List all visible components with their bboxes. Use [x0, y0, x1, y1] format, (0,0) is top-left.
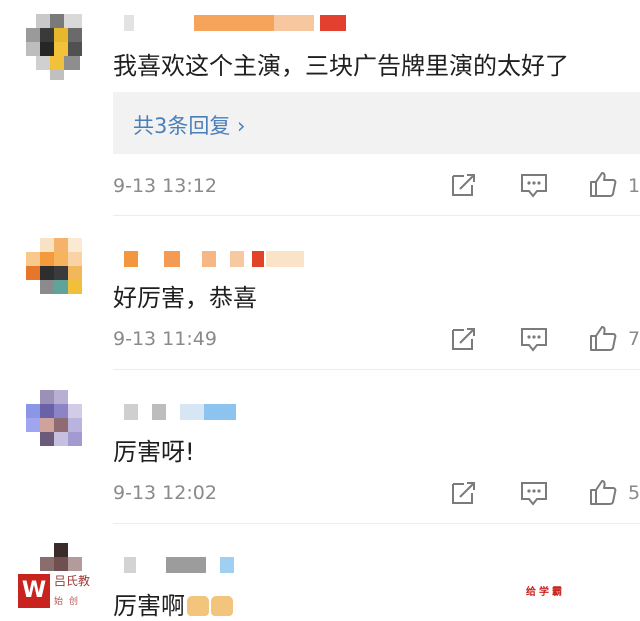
share-icon[interactable] — [449, 171, 479, 199]
avatar[interactable] — [26, 14, 96, 84]
comment-icon[interactable] — [519, 479, 549, 507]
divider — [113, 215, 640, 216]
comment-time: 9-13 12:02 — [113, 482, 217, 504]
comment-text: 厉害呀! — [113, 438, 195, 466]
thumbs-up-icon[interactable] — [588, 478, 618, 506]
divider — [113, 369, 640, 370]
like-count: 5 — [628, 482, 640, 504]
comment-icon[interactable] — [519, 325, 549, 353]
comment-text: 我喜欢这个主演，三块广告牌里演的太好了 — [113, 52, 569, 80]
view-replies-link[interactable]: 共3条回复 › — [133, 110, 245, 140]
avatar[interactable] — [26, 238, 96, 308]
thumbs-up-emoji — [187, 596, 209, 616]
comment-icon[interactable] — [519, 171, 549, 199]
watermark-right: 给学霸 — [526, 587, 565, 598]
comment-time: 9-13 13:12 — [113, 175, 217, 197]
comment-text-content: 厉害啊 — [113, 592, 185, 620]
avatar[interactable] — [26, 390, 96, 460]
thumbs-up-emoji — [211, 596, 233, 616]
watermark-logo: W — [18, 574, 50, 608]
share-icon[interactable] — [449, 325, 479, 353]
like-count: 7 — [628, 328, 640, 350]
thumbs-up-icon[interactable] — [588, 324, 618, 352]
comment-time: 9-13 11:49 — [113, 328, 217, 350]
thumbs-up-icon[interactable] — [588, 170, 618, 198]
comment-text: 厉害啊 — [113, 586, 233, 621]
divider — [113, 523, 640, 524]
reply-box[interactable]: 共3条回复 › — [113, 92, 640, 154]
like-count: 1 — [628, 175, 640, 197]
watermark-line1: 吕氏教 — [54, 574, 91, 588]
watermark-line2: 始创 — [54, 597, 85, 607]
comment-text: 好厉害，恭喜 — [113, 284, 257, 312]
share-icon[interactable] — [449, 479, 479, 507]
